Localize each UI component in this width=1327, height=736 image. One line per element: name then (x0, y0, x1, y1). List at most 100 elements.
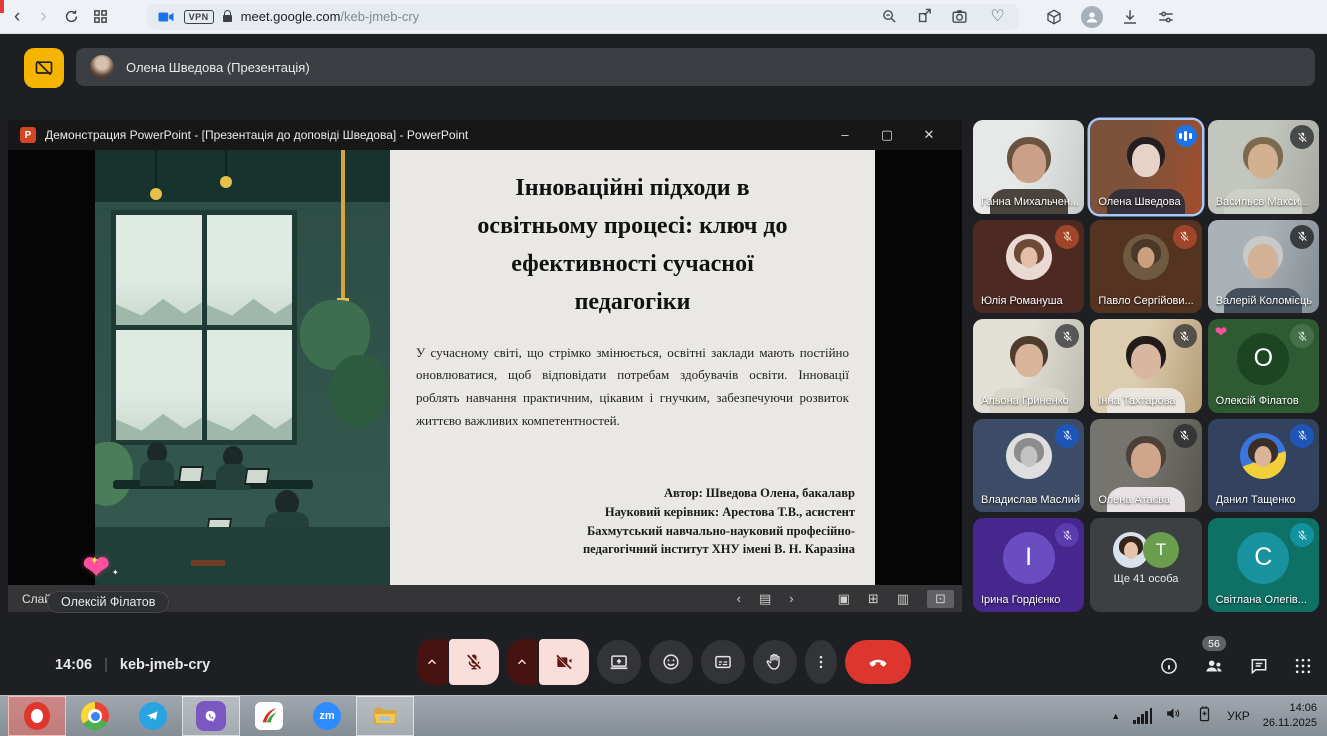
slide-canvas: Інноваційні підходи в освітньому процесі… (8, 150, 962, 585)
profile-avatar[interactable] (1081, 6, 1103, 28)
illustration-shape (155, 150, 157, 190)
mic-off-icon (1296, 529, 1309, 542)
participant-tile[interactable]: Інна Тахтарова (1090, 319, 1201, 413)
vpn-badge[interactable]: VPN (184, 10, 214, 24)
taskbar-swoosh-app-icon[interactable] (240, 696, 298, 736)
participant-tile[interactable]: Павло Сергійови... (1090, 220, 1201, 314)
reactions-button[interactable] (649, 640, 693, 684)
close-button[interactable]: ✕ (908, 120, 950, 150)
mic-off-icon (1296, 429, 1309, 442)
slideshow-view-button[interactable]: ⊡ (927, 590, 954, 608)
participant-tile[interactable]: Данил Тащенко (1208, 419, 1319, 513)
taskbar-zoom-icon[interactable]: zm (298, 696, 356, 736)
slide-title: Інноваційні підходи в освітньому процесі… (390, 170, 875, 322)
participant-tile[interactable]: О❤Олексій Філатов (1208, 319, 1319, 413)
taskbar-telegram-icon[interactable] (124, 696, 182, 736)
participant-tile[interactable]: Олена Атаєва (1090, 419, 1201, 513)
mic-off-icon (1061, 429, 1074, 442)
camera-permission-icon[interactable] (157, 8, 175, 26)
participant-name: Олена Шведова (1098, 196, 1180, 208)
screenshot-icon[interactable] (951, 8, 968, 25)
chat-panel-button[interactable] (1249, 656, 1269, 676)
avatar: О (1237, 333, 1289, 385)
screen: ‹ › VPN meet.google.com/keb-jmeb-cry (0, 0, 1327, 736)
extensions-cube-icon[interactable] (1045, 8, 1063, 26)
participant-tile[interactable]: Альона Гриненко (973, 319, 1084, 413)
tabs-grid-button[interactable] (92, 8, 109, 25)
avatar (1006, 433, 1052, 479)
taskbar-chrome-icon[interactable] (66, 696, 124, 736)
participant-tile[interactable]: Олена Шведова (1090, 120, 1201, 214)
participant-tile[interactable]: TЩе 41 особа (1090, 518, 1201, 612)
address-bar[interactable]: VPN meet.google.com/keb-jmeb-cry ♡ (147, 4, 1019, 30)
back-button[interactable]: ‹ (10, 7, 24, 26)
illustration-shape (95, 527, 390, 585)
window-edge-accent (0, 0, 4, 13)
participant-tile[interactable]: Владислав Маслий (973, 419, 1084, 513)
forward-button[interactable]: › (36, 7, 50, 26)
mic-off-badge (1055, 523, 1079, 547)
presenter-banner-label: Олена Шведова (Презентація) (126, 60, 310, 75)
presenter-banner[interactable]: Олена Шведова (Презентація) (76, 48, 1315, 86)
bookmark-heart-icon[interactable]: ♡ (986, 9, 1008, 25)
more-options-button[interactable] (805, 640, 837, 684)
stop-presenting-button[interactable] (24, 48, 64, 88)
participant-tile[interactable]: ССвітлана Олегів... (1208, 518, 1319, 612)
downloads-icon[interactable] (1121, 8, 1139, 26)
taskbar-opera-icon[interactable] (8, 696, 66, 736)
participant-name: Валерій Коломієць (1216, 295, 1312, 307)
mic-off-badge (1290, 523, 1314, 547)
slide-sorter-view-button[interactable]: ⊞ (868, 591, 879, 607)
settings-tune-icon[interactable] (1157, 8, 1175, 26)
participant-tile[interactable]: ІІрина Гордієнко (973, 518, 1084, 612)
reaction-sparkle-icon: ✦ (90, 554, 99, 567)
taskbar-viber-icon[interactable] (182, 696, 240, 736)
previous-slide-button[interactable]: ‹ (737, 591, 741, 606)
slide-author-block: Автор: Шведова Олена, бакалавр Науковий … (583, 484, 855, 559)
slide-notes-icon[interactable]: ▤ (759, 591, 771, 607)
taskbar-clock[interactable]: 14:06 26.11.2025 (1263, 701, 1317, 731)
battery-icon[interactable] (1195, 704, 1214, 728)
participant-tile[interactable]: Васильєв Макси... (1208, 120, 1319, 214)
illustration-shape (330, 355, 388, 427)
reading-view-button[interactable]: ▥ (897, 591, 909, 607)
next-slide-button[interactable]: › (789, 591, 793, 606)
system-tray: ▲ УКР 14:06 26.11.2025 (1111, 696, 1317, 736)
slide-text-area: Інноваційні підходи в освітньому процесі… (390, 150, 875, 585)
participant-tile[interactable]: Юлія Романуша (973, 220, 1084, 314)
avatar (1240, 433, 1286, 479)
normal-view-button[interactable]: ▣ (838, 591, 850, 607)
zoom-page-icon[interactable] (881, 8, 898, 25)
language-indicator[interactable]: УКР (1227, 709, 1250, 723)
meeting-details-button[interactable] (1159, 656, 1179, 676)
participant-name: Владислав Маслий (981, 494, 1080, 506)
participant-name: Ірина Гордієнко (981, 594, 1060, 606)
raise-hand-button[interactable] (753, 640, 797, 684)
hidden-icons-chevron[interactable]: ▲ (1111, 711, 1120, 721)
slide-body: У сучасному світі, що стрімко змінюється… (416, 342, 849, 433)
network-signal-icon[interactable] (1133, 708, 1152, 724)
reaction-sparkle-icon: ✦ (112, 568, 119, 577)
share-edit-icon[interactable] (916, 8, 933, 25)
taskbar-file-explorer-icon[interactable] (356, 696, 414, 736)
camera-options-chevron[interactable] (507, 639, 537, 685)
camera-off-button[interactable] (539, 639, 589, 685)
participant-name: Павло Сергійови... (1098, 295, 1193, 307)
participant-tile[interactable]: Валерій Коломієць (1208, 220, 1319, 314)
maximize-button[interactable]: ▢ (866, 120, 908, 150)
mic-off-icon (1061, 330, 1074, 343)
reload-button[interactable] (63, 8, 80, 25)
participant-name: Світлана Олегів... (1216, 594, 1307, 606)
slide-illustration (95, 150, 390, 585)
present-screen-button[interactable] (597, 640, 641, 684)
end-call-button[interactable] (845, 640, 911, 684)
minimize-button[interactable]: – (824, 120, 866, 150)
volume-icon[interactable] (1165, 705, 1182, 727)
avatar (1123, 234, 1169, 280)
mic-options-chevron[interactable] (417, 639, 447, 685)
participant-tile[interactable]: Ганна Михальчен... (973, 120, 1084, 214)
mic-off-button[interactable] (449, 639, 499, 685)
participants-panel-button[interactable]: 56 (1203, 655, 1225, 677)
activities-button[interactable] (1293, 656, 1313, 676)
captions-button[interactable] (701, 640, 745, 684)
